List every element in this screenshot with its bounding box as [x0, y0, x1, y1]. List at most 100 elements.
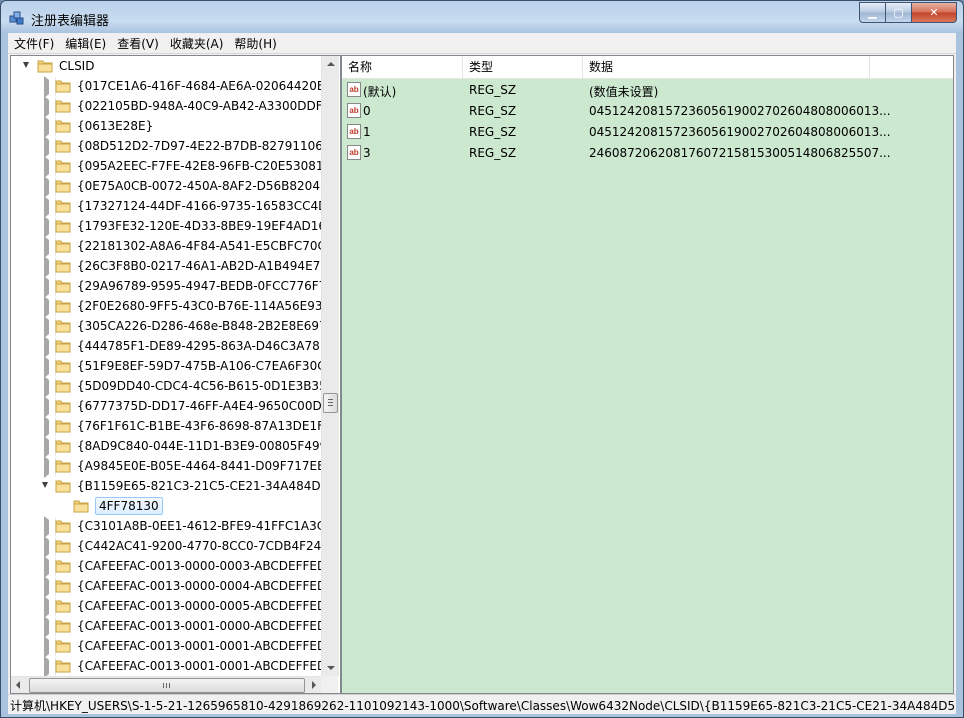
string-value-icon: ab: [347, 103, 361, 118]
scroll-right-icon[interactable]: [312, 681, 316, 689]
maximize-button[interactable]: ▢: [886, 2, 912, 23]
menu-bar: 文件(F) 编辑(E) 查看(V) 收藏夹(A) 帮助(H): [8, 33, 956, 54]
tree-vertical-scroll-thumb[interactable]: [323, 393, 338, 413]
tree-node[interactable]: {305CA226-D286-468e-B848-2B2E8E697B: [11, 316, 321, 338]
registry-editor-icon: [9, 11, 24, 25]
scroll-corner: [321, 676, 338, 693]
tree-node[interactable]: {0613E28E}: [11, 116, 321, 138]
tree-node-label: {C3101A8B-0EE1-4612-BFE9-41FFC1A3C1: [77, 519, 321, 533]
tree-node[interactable]: {CAFEEFAC-0013-0000-0004-ABCDEFFEDC: [11, 576, 321, 598]
tree-node-label: {26C3F8B0-0217-46A1-AB2D-A1B494E714: [77, 259, 321, 273]
menu-help[interactable]: 帮助(H): [228, 33, 281, 53]
tree-node-label: {B1159E65-821C3-21C5-CE21-34A484D54: [77, 479, 321, 493]
tree-node[interactable]: {29A96789-9595-4947-BEDB-0FCC776F7D: [11, 276, 321, 298]
tree-node[interactable]: {CAFEEFAC-0013-0001-0000-ABCDEFFEDC: [11, 616, 321, 638]
tree-node-label: {305CA226-D286-468e-B848-2B2E8E697B: [77, 319, 321, 333]
tree-node[interactable]: {CAFEEFAC-0013-0001-0001-ABCDEFFEDC: [11, 636, 321, 658]
tree-node[interactable]: {B1159E65-821C3-21C5-CE21-34A484D54: [11, 476, 321, 496]
tree-node[interactable]: {0E75A0CB-0072-450A-8AF2-D56B82045B: [11, 176, 321, 198]
tree-node-label: {A9845E0E-B05E-4464-8441-D09F717EEE8: [77, 459, 321, 473]
tree-node[interactable]: {017CE1A6-416F-4684-AE6A-02064420B30: [11, 76, 321, 98]
value-row[interactable]: ab 0 REG_SZ 0451242081572360561900270260480…: [342, 101, 953, 122]
tree-node[interactable]: {1793FE32-120E-4D33-8BE9-19EF4AD165I: [11, 216, 321, 238]
minimize-icon: ▁: [868, 6, 877, 19]
value-row[interactable]: ab (默认) REG_SZ (数值未设置): [342, 80, 953, 101]
tree-root-label: CLSID: [59, 59, 95, 73]
scroll-down-icon[interactable]: [327, 666, 335, 670]
tree-node[interactable]: {C442AC41-9200-4770-8CC0-7CDB4F245C: [11, 536, 321, 558]
menu-edit[interactable]: 编辑(E): [59, 33, 111, 53]
tree-node[interactable]: {76F1F61C-B1BE-43F6-8698-87A13DE1F1E: [11, 416, 321, 438]
tree-node[interactable]: {CAFEEFAC-0013-0001-0001-ABCDEFFEDC: [11, 656, 321, 676]
folder-icon: [55, 340, 71, 353]
key-tree: CLSID {017CE1A6-416F-4684-AE6A-02064420B…: [11, 56, 321, 676]
string-value-icon-text: ab: [349, 127, 358, 136]
folder-icon: [55, 260, 71, 273]
tree-node[interactable]: {6777375D-DD17-46FF-A4E4-9650C00D5D: [11, 396, 321, 418]
tree-node[interactable]: {17327124-44DF-4166-9735-16583CC4D9: [11, 196, 321, 218]
folder-icon: [55, 460, 71, 473]
tree-node-label: {CAFEEFAC-0013-0000-0005-ABCDEFFEDC: [77, 599, 321, 613]
value-data: 04512420815723605619002702604808006013..…: [589, 104, 891, 118]
tree-node-label: {1793FE32-120E-4D33-8BE9-19EF4AD165I: [77, 219, 321, 233]
tree-node-clsid[interactable]: CLSID: [11, 56, 321, 76]
tree-node[interactable]: {51F9E8EF-59D7-475B-A106-C7EA6F30C1: [11, 356, 321, 378]
folder-icon: [55, 640, 71, 653]
tree-node[interactable]: {C3101A8B-0EE1-4612-BFE9-41FFC1A3C1: [11, 516, 321, 538]
tree-node-label: {C442AC41-9200-4770-8CC0-7CDB4F245C: [77, 539, 321, 553]
scroll-left-icon[interactable]: [16, 681, 20, 689]
string-value-icon: ab: [347, 124, 361, 139]
menu-favorites[interactable]: 收藏夹(A): [164, 33, 229, 53]
tree-node[interactable]: {A9845E0E-B05E-4464-8441-D09F717EEE8: [11, 456, 321, 478]
tree-node-label: {CAFEEFAC-0013-0001-0000-ABCDEFFEDC: [77, 619, 321, 633]
tree-node[interactable]: {444785F1-DE89-4295-863A-D46C3A7813: [11, 336, 321, 358]
tree-node-label: {2F0E2680-9FF5-43C0-B76E-114A56E9359: [77, 299, 321, 313]
tree-vertical-scrollbar[interactable]: [321, 56, 339, 676]
tree-node[interactable]: {8AD9C840-044E-11D1-B3E9-00805F499D: [11, 436, 321, 458]
tree-horizontal-scroll-thumb[interactable]: [29, 678, 305, 693]
maximize-icon: ▢: [893, 6, 904, 19]
tree-node[interactable]: {CAFEEFAC-0013-0000-0005-ABCDEFFEDC: [11, 596, 321, 618]
folder-icon: [55, 420, 71, 433]
column-type-header[interactable]: 类型: [463, 56, 583, 78]
folder-icon: [55, 180, 71, 193]
tree-horizontal-scrollbar[interactable]: [11, 676, 321, 693]
string-value-icon-text: ab: [349, 106, 358, 115]
string-value-icon: ab: [347, 145, 361, 160]
folder-icon: [55, 140, 71, 153]
string-value-icon-text: ab: [349, 148, 358, 157]
folder-icon: [55, 580, 71, 593]
menu-view[interactable]: 查看(V): [111, 33, 164, 53]
title-bar[interactable]: 注册表编辑器 ▁ ▢ ✕: [1, 1, 963, 33]
tree-node[interactable]: {26C3F8B0-0217-46A1-AB2D-A1B494E714: [11, 256, 321, 278]
tree-node[interactable]: {5D09DD40-CDC4-4C56-B615-0D1E3B357: [11, 376, 321, 398]
value-row[interactable]: ab 3 REG_SZ 2460872062081760721581530051480…: [342, 143, 953, 164]
folder-icon: [55, 600, 71, 613]
value-type: REG_SZ: [469, 83, 517, 97]
tree-node[interactable]: {22181302-A8A6-4F84-A541-E5CBFC70CC: [11, 236, 321, 258]
tree-node[interactable]: {08D512D2-7D97-4E22-B7DB-82791106C0: [11, 136, 321, 158]
minimize-button[interactable]: ▁: [859, 2, 886, 23]
tree-node-selected[interactable]: 4FF78130: [11, 496, 321, 516]
tree-node[interactable]: {2F0E2680-9FF5-43C0-B76E-114A56E9359: [11, 296, 321, 318]
tree-node[interactable]: {CAFEEFAC-0013-0000-0003-ABCDEFFEDC: [11, 556, 321, 578]
collapse-arrow-icon[interactable]: [23, 62, 29, 68]
column-data-header[interactable]: 数据: [583, 56, 870, 78]
close-button[interactable]: ✕: [912, 2, 957, 23]
tree-node-label: {CAFEEFAC-0013-0000-0004-ABCDEFFEDC: [77, 579, 321, 593]
column-name-header[interactable]: 名称: [342, 56, 463, 78]
tree-node[interactable]: {022105BD-948A-40C9-AB42-A3300DDF09: [11, 96, 321, 118]
folder-icon: [55, 360, 71, 373]
menu-file[interactable]: 文件(F): [8, 33, 59, 53]
scroll-up-icon[interactable]: [327, 62, 335, 66]
tree-node-label: {08D512D2-7D97-4E22-B7DB-82791106C0: [77, 139, 321, 153]
value-name: 0: [363, 104, 371, 118]
tree-node-label: 4FF78130: [95, 497, 163, 515]
tree-node-label: {17327124-44DF-4166-9735-16583CC4D9: [77, 199, 321, 213]
folder-icon: [55, 560, 71, 573]
value-data: 24608720620817607215815300514806825507..…: [589, 146, 891, 160]
tree-node-label: {CAFEEFAC-0013-0001-0001-ABCDEFFEDC: [77, 639, 321, 653]
value-row[interactable]: ab 1 REG_SZ 0451242081572360561900270260480…: [342, 122, 953, 143]
collapse-arrow-icon[interactable]: [42, 482, 48, 488]
tree-node[interactable]: {095A2EEC-F7FE-42E8-96FB-C20E530819C: [11, 156, 321, 178]
